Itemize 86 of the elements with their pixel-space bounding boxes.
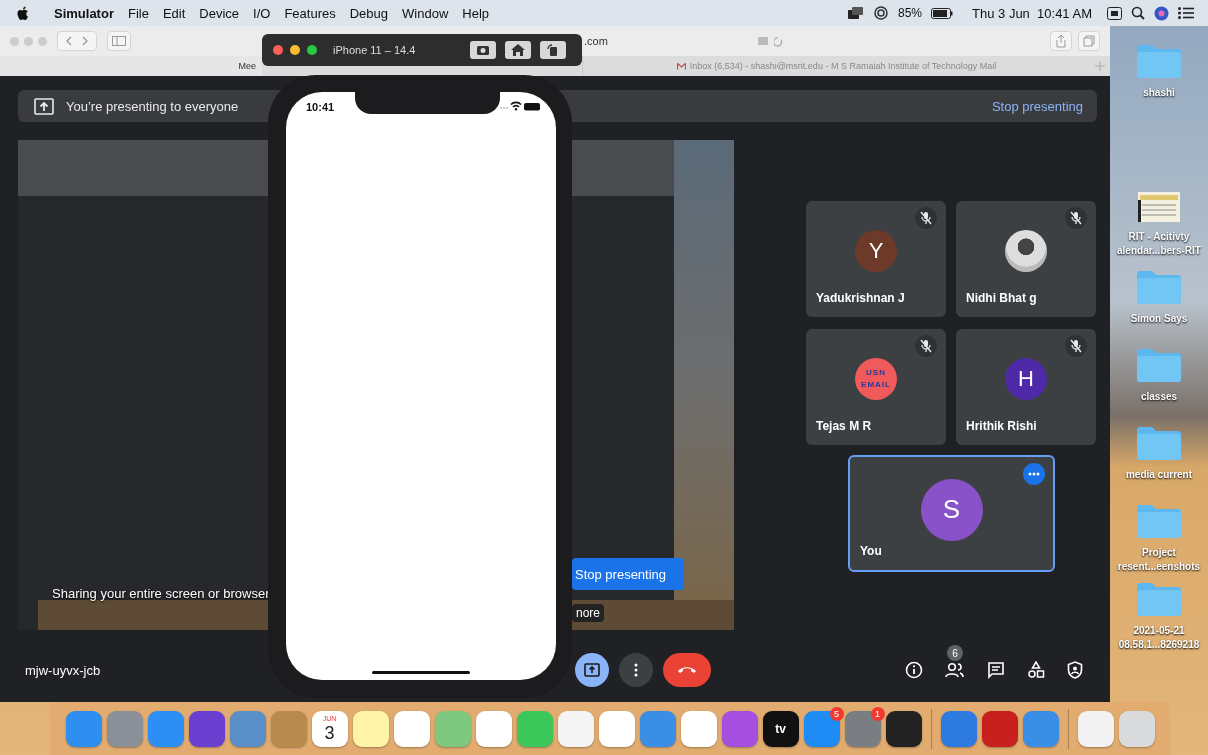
menu-item[interactable]: Debug bbox=[349, 5, 389, 21]
folder-icon[interactable] bbox=[1137, 270, 1181, 304]
desktop-icon-label: Project bbox=[1142, 546, 1176, 560]
participant-name: Hrithik Rishi bbox=[966, 419, 1037, 433]
participant-name: Yadukrishnan J bbox=[816, 291, 905, 305]
sidebar-icon bbox=[112, 36, 126, 46]
reload-icon[interactable] bbox=[774, 35, 784, 47]
status-time: 10:41 bbox=[306, 101, 335, 113]
menu-clock[interactable]: Thu 3 Jun 10:41 AM bbox=[972, 5, 1092, 21]
participant-count-badge: 6 bbox=[947, 645, 963, 661]
shield-icon[interactable] bbox=[1067, 661, 1083, 679]
home-button[interactable] bbox=[505, 41, 531, 59]
document-thumbnail-icon[interactable] bbox=[1138, 192, 1180, 222]
address-bar[interactable]: .com bbox=[584, 31, 784, 51]
desktop-icon-label: RIT - Acitivty bbox=[1128, 230, 1190, 244]
presenting-message: You’re presenting to everyone bbox=[66, 98, 239, 114]
participant-name: Nidhi Bhat g bbox=[966, 291, 1037, 305]
battery-percent: 85% bbox=[898, 6, 923, 20]
battery-icon[interactable] bbox=[931, 7, 954, 19]
zoom-button[interactable] bbox=[307, 45, 317, 55]
chat-icon[interactable] bbox=[987, 661, 1005, 679]
avatar-logo: USN EMAIL bbox=[855, 358, 897, 400]
present-screen-icon bbox=[34, 97, 54, 115]
more-label: nore bbox=[572, 604, 605, 622]
minimize-button[interactable] bbox=[290, 45, 300, 55]
tv-icon[interactable]: tv bbox=[762, 710, 799, 747]
apple-icon[interactable] bbox=[17, 5, 30, 21]
menu-item[interactable]: File bbox=[127, 5, 149, 21]
desktop-icon-label: alendar...bers-RIT bbox=[1117, 244, 1201, 258]
menu-item[interactable]: Help bbox=[462, 5, 490, 21]
tabs-icon bbox=[1083, 35, 1095, 47]
camera-icon bbox=[476, 44, 490, 56]
share-icon bbox=[1055, 34, 1067, 48]
more-horiz-icon bbox=[1028, 472, 1040, 476]
back-forward-button[interactable] bbox=[57, 31, 97, 51]
home-icon bbox=[511, 44, 525, 56]
menu-item[interactable]: Edit bbox=[162, 5, 186, 21]
share-button[interactable] bbox=[1050, 31, 1072, 51]
participant-name: Tejas M R bbox=[816, 419, 872, 433]
avatar-initial: S bbox=[920, 478, 983, 541]
windows-icon[interactable] bbox=[848, 7, 864, 19]
hang-up-button[interactable] bbox=[663, 653, 711, 687]
more-vert-icon bbox=[634, 663, 638, 677]
spiral-icon[interactable] bbox=[873, 6, 889, 20]
folder-icon[interactable] bbox=[1137, 426, 1181, 460]
menu-item[interactable]: Features bbox=[284, 5, 336, 21]
keyboard-icon[interactable] bbox=[1107, 6, 1122, 20]
desktop-icon-label: classes bbox=[1140, 390, 1178, 404]
more-button[interactable] bbox=[619, 653, 653, 687]
close-button[interactable] bbox=[273, 45, 283, 55]
menu-item[interactable]: Device bbox=[199, 5, 240, 21]
desktop-icon-label: resent...eenshots bbox=[1117, 560, 1201, 574]
menu-item[interactable]: Window bbox=[402, 5, 449, 21]
stop-presenting-link[interactable]: Stop presenting bbox=[991, 98, 1083, 114]
simulator-title: iPhone 11 – 14.4 bbox=[333, 44, 416, 56]
avatar-initial: H bbox=[1005, 358, 1047, 400]
sharing-caption: Sharing your entire screen or browser bbox=[52, 586, 270, 601]
desktop-icon-label: 2021-05-21 bbox=[1133, 624, 1185, 638]
present-button[interactable] bbox=[575, 653, 609, 687]
shapes-icon[interactable] bbox=[1027, 661, 1045, 679]
menu-item[interactable]: I/O bbox=[253, 5, 271, 21]
folder-icon[interactable] bbox=[1137, 348, 1181, 382]
participant-name: You bbox=[860, 544, 882, 558]
meeting-code: mjw-uyvx-jcb bbox=[25, 662, 101, 678]
photo-placeholder bbox=[1005, 230, 1047, 272]
info-icon[interactable] bbox=[905, 661, 923, 679]
desktop-icon-label: shashi bbox=[1143, 86, 1175, 100]
search-icon[interactable] bbox=[1131, 6, 1145, 20]
mail-icon bbox=[676, 62, 686, 70]
stop-presenting-button[interactable]: Stop presenting bbox=[572, 558, 684, 590]
menu-item[interactable]: Simulator bbox=[54, 5, 114, 21]
screenshot-button[interactable] bbox=[470, 41, 496, 59]
present-screen-icon bbox=[584, 663, 600, 677]
rotate-icon bbox=[546, 44, 560, 56]
sidebar-button[interactable] bbox=[107, 31, 131, 51]
desktop-icon-label: Simon Says bbox=[1130, 312, 1188, 326]
folder-icon[interactable] bbox=[1137, 44, 1181, 78]
rotate-button[interactable] bbox=[540, 41, 566, 59]
desktop-icon-label: media current bbox=[1125, 468, 1193, 482]
avatar-initial: Y bbox=[855, 230, 897, 272]
more-options-button[interactable] bbox=[1023, 463, 1045, 485]
browser-tab[interactable]: Mee bbox=[0, 56, 262, 76]
status-icons bbox=[500, 101, 542, 111]
people-icon bbox=[945, 662, 965, 678]
desktop-icon-label: 08.58.1...8269218 bbox=[1118, 638, 1200, 652]
tabs-button[interactable] bbox=[1078, 31, 1100, 51]
